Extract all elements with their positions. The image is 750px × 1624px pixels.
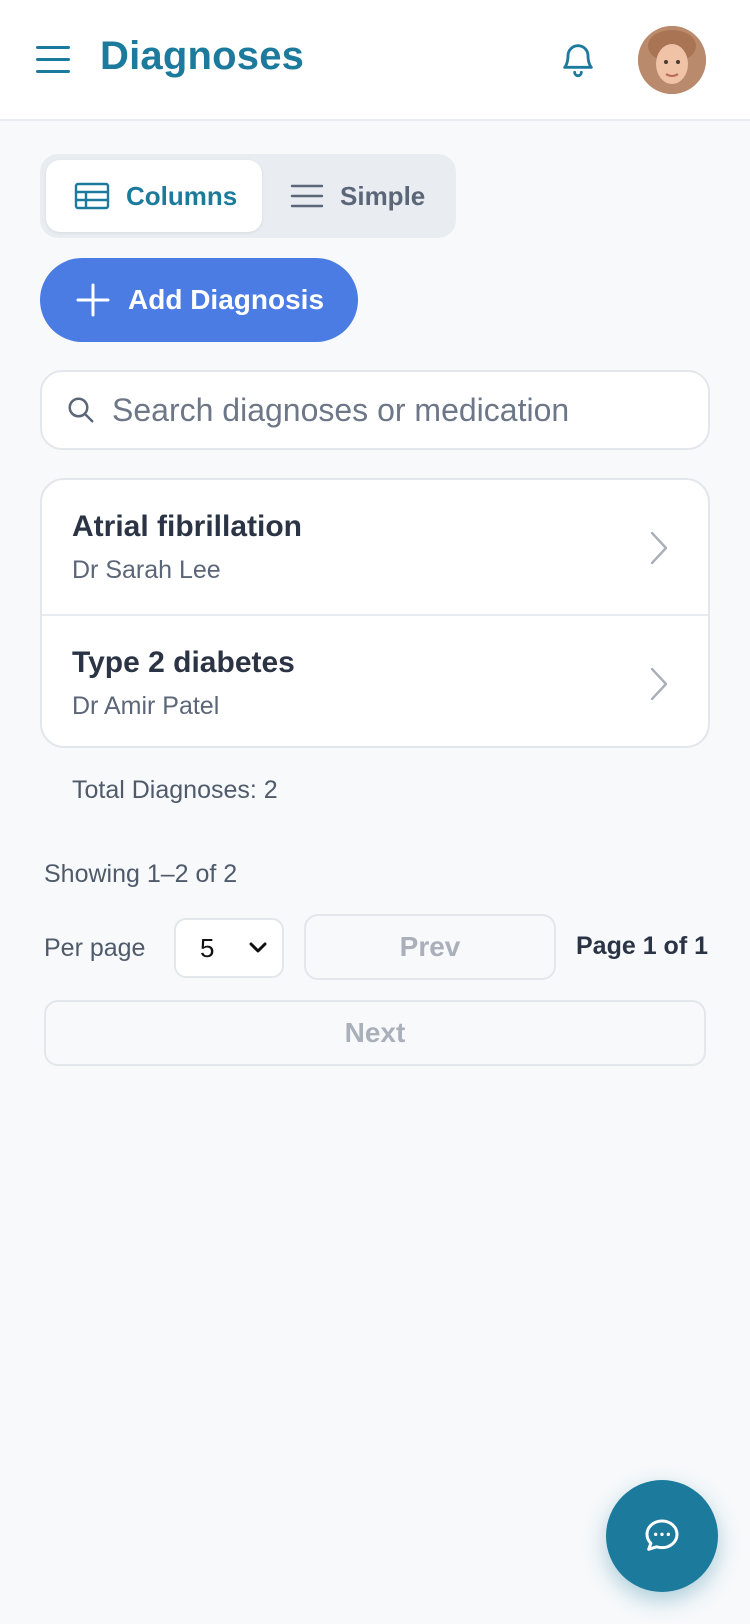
list-item[interactable]: Type 2 diabetes Dr Amir Patel xyxy=(42,614,708,746)
view-toggle: Columns Simple xyxy=(40,154,456,238)
menu-button[interactable] xyxy=(36,44,74,74)
list-item[interactable]: Atrial fibrillation Dr Sarah Lee xyxy=(42,480,708,614)
prev-page-button[interactable]: Prev xyxy=(304,914,556,980)
per-page-select[interactable]: 5 xyxy=(174,918,284,978)
bell-icon xyxy=(563,44,593,77)
diagnosis-title: Atrial fibrillation xyxy=(72,510,303,543)
diagnosis-doctor: Dr Amir Patel xyxy=(72,692,220,720)
notifications-button[interactable] xyxy=(558,38,602,84)
chat-bubble-icon xyxy=(645,1519,679,1551)
simple-view-label: Simple xyxy=(340,180,426,211)
next-page-button[interactable]: Next xyxy=(44,1000,706,1066)
chevron-right-icon xyxy=(650,531,668,565)
diagnosis-doctor: Dr Sarah Lee xyxy=(72,556,221,584)
total-diagnoses: Total Diagnoses: 2 xyxy=(72,776,278,804)
diagnoses-list: Atrial fibrillation Dr Sarah Lee Type 2 … xyxy=(40,478,710,748)
columns-view-button[interactable]: Columns xyxy=(46,160,262,232)
search-icon xyxy=(68,397,94,423)
chevron-right-icon xyxy=(650,667,668,701)
table-icon xyxy=(74,182,110,210)
chat-button[interactable] xyxy=(606,1480,718,1592)
page-info: Page 1 of 1 xyxy=(576,932,708,960)
search-bar xyxy=(40,370,710,450)
chevron-down-icon xyxy=(249,942,267,953)
avatar-photo xyxy=(638,26,706,94)
plus-icon xyxy=(76,283,110,317)
hamburger-menu-icon xyxy=(36,46,70,49)
per-page-value: 5 xyxy=(200,932,215,963)
user-avatar[interactable] xyxy=(638,26,706,94)
add-diagnosis-button[interactable]: Add Diagnosis xyxy=(40,258,358,342)
page-title: Diagnoses xyxy=(100,34,305,78)
list-icon xyxy=(290,184,324,208)
app-header: Diagnoses xyxy=(0,0,750,121)
simple-view-button[interactable]: Simple xyxy=(270,160,450,232)
search-input[interactable] xyxy=(112,391,708,429)
diagnosis-title: Type 2 diabetes xyxy=(72,646,295,679)
add-diagnosis-label: Add Diagnosis xyxy=(128,284,325,315)
showing-range: Showing 1–2 of 2 xyxy=(44,860,238,888)
columns-view-label: Columns xyxy=(126,180,238,211)
per-page-label: Per page xyxy=(44,934,146,962)
